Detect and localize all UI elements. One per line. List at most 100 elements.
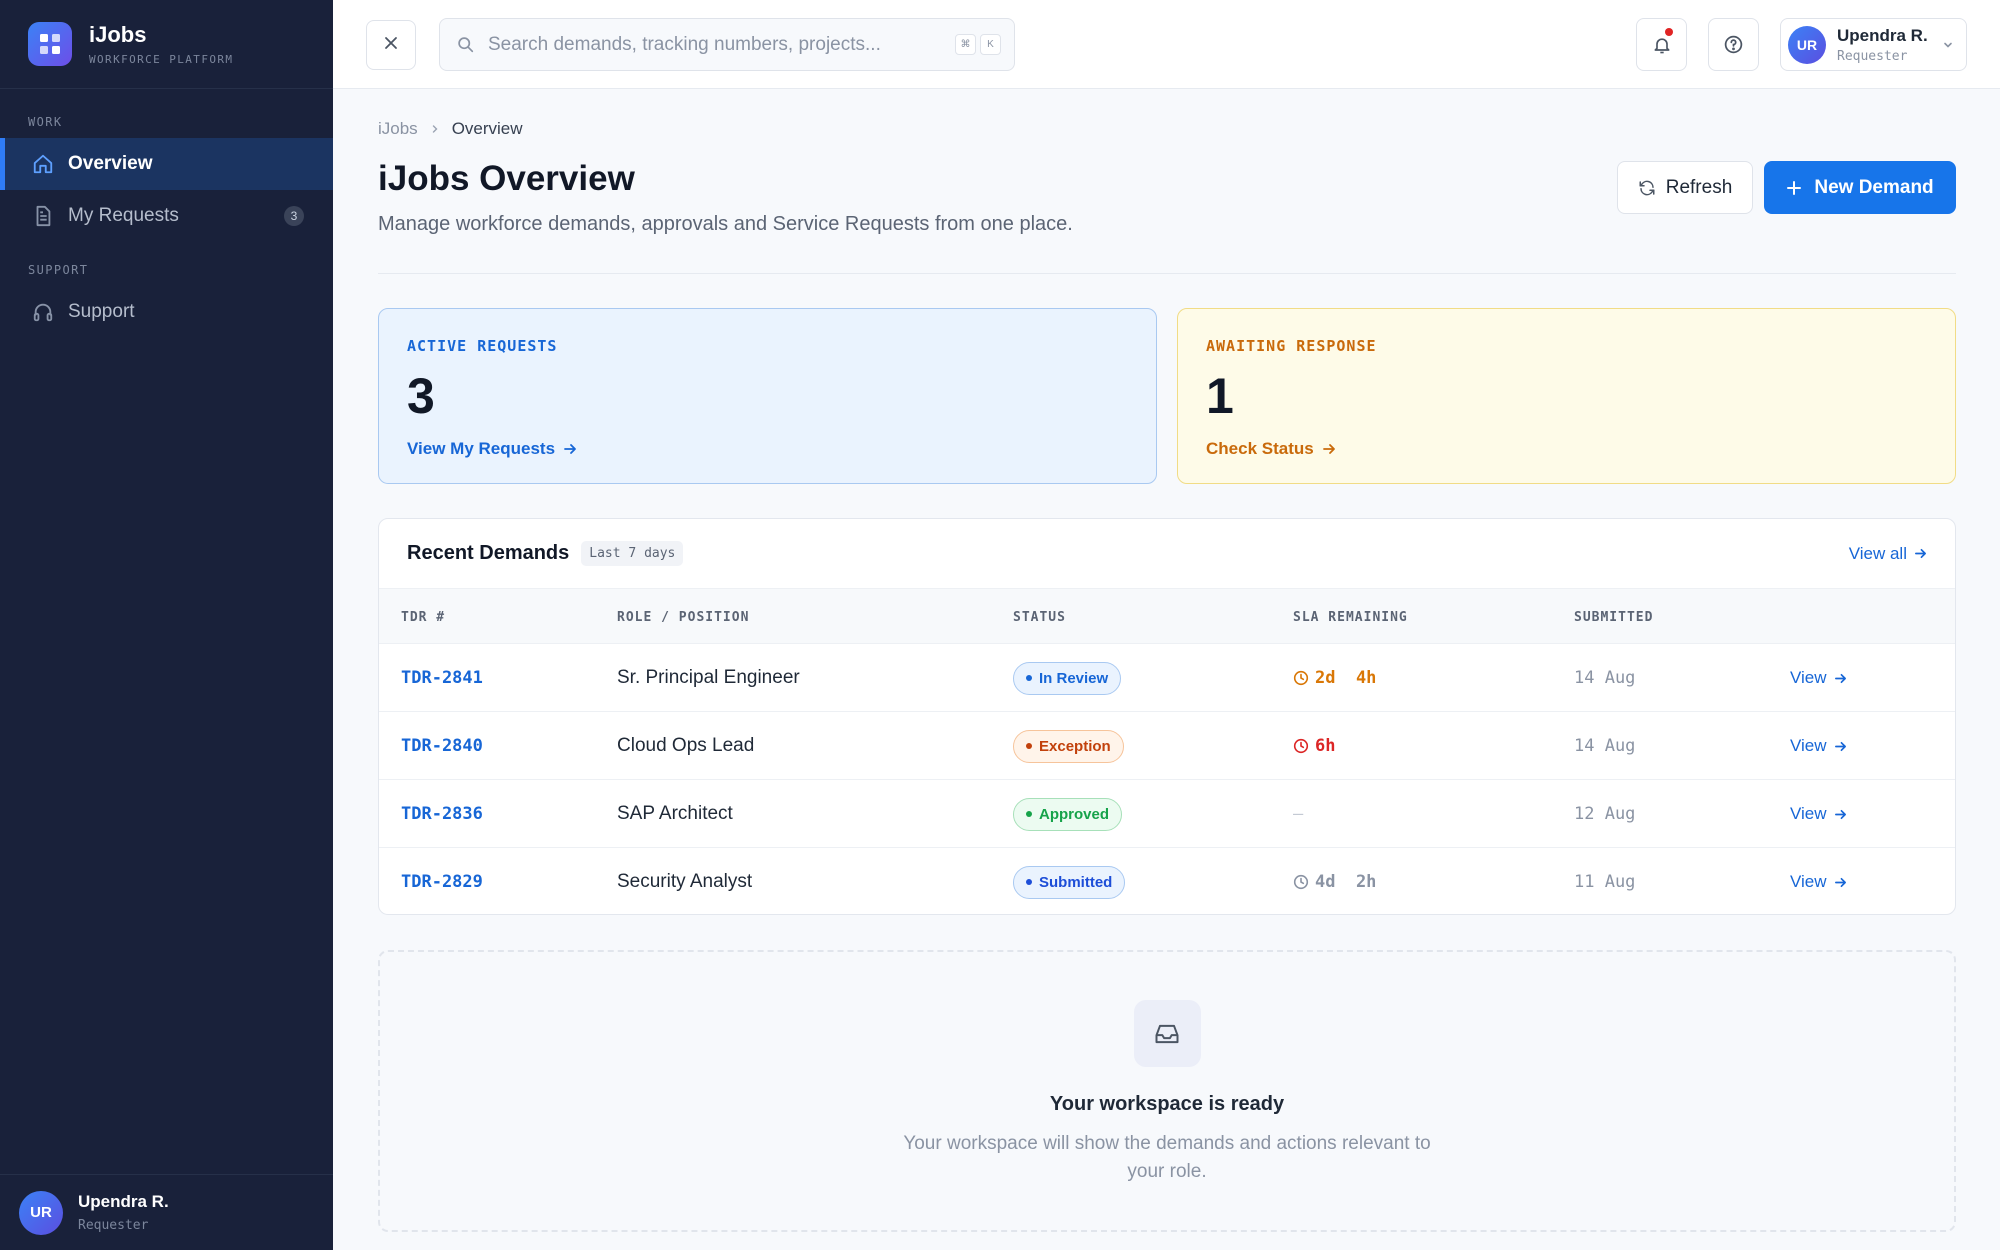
arrow-right-icon — [1834, 672, 1847, 685]
plus-icon — [1786, 180, 1802, 196]
sla-value: 6h — [1315, 736, 1336, 756]
column-header[interactable]: SUBMITTED — [1574, 610, 1653, 625]
sla-remaining: 4d 2h — [1293, 872, 1376, 892]
breadcrumb-root[interactable]: iJobs — [378, 119, 418, 139]
user-name: Upendra R. — [1837, 25, 1928, 45]
role-text: Sr. Principal Engineer — [617, 667, 800, 688]
role-text: Cloud Ops Lead — [617, 735, 755, 756]
status-dot — [1026, 811, 1032, 817]
brand[interactable]: iJobs WORKFORCE PLATFORM — [0, 0, 333, 89]
sidebar-item-label: Overview — [68, 153, 153, 174]
empty-state-description: Your workspace will show the demands and… — [903, 1133, 1431, 1182]
tdr-link[interactable]: TDR-2836 — [401, 804, 483, 824]
page-subtitle: Manage workforce demands, approvals and … — [378, 213, 1073, 235]
status-badge: Approved — [1013, 797, 1123, 831]
arrow-right-icon — [1322, 442, 1336, 456]
app-logo-icon — [28, 22, 72, 66]
submitted-date: 11 Aug — [1574, 872, 1636, 892]
sidebar: iJobs WORKFORCE PLATFORM WORK Overview M… — [0, 0, 333, 1250]
status-badge: Submitted — [1013, 865, 1126, 899]
breadcrumb: iJobs Overview — [378, 119, 523, 139]
empty-state: Your workspace is ready Your workspace w… — [378, 950, 1956, 1232]
section-label-support: SUPPORT — [28, 263, 89, 277]
user-menu[interactable]: UR Upendra R. Requester — [1780, 18, 1967, 71]
notifications-button[interactable] — [1636, 18, 1687, 71]
sidebar-item-support[interactable]: Support — [0, 286, 333, 338]
clock-icon — [1293, 670, 1309, 686]
table-row[interactable]: TDR-2836 SAP Architect Approved — 12 Aug… — [379, 780, 1955, 848]
column-header[interactable]: SLA REMAINING — [1293, 610, 1408, 625]
recent-demands-card: Recent Demands Last 7 days View all TDR … — [378, 518, 1956, 915]
section-label-work: WORK — [28, 115, 63, 129]
date-range-badge: Last 7 days — [581, 541, 684, 566]
table-row[interactable]: TDR-2840 Cloud Ops Lead Exception 6h 14 … — [379, 712, 1955, 780]
new-demand-label: New Demand — [1814, 176, 1934, 198]
view-label: View — [1790, 804, 1827, 823]
search-shortcut: ⌘ K — [951, 34, 1001, 55]
view-row-link[interactable]: View — [1790, 668, 1847, 688]
view-all-label: View all — [1848, 543, 1907, 563]
refresh-icon — [1638, 179, 1656, 197]
sidebar-item-my-requests[interactable]: My Requests 3 — [0, 190, 333, 242]
breadcrumb-current: Overview — [451, 119, 523, 138]
page-title: iJobs Overview — [378, 159, 635, 198]
check-status-link[interactable]: Check Status — [1206, 439, 1927, 459]
status-label: Submitted — [1039, 873, 1113, 891]
submitted-date: 12 Aug — [1574, 804, 1636, 824]
new-demand-button[interactable]: New Demand — [1764, 161, 1956, 214]
status-label: In Review — [1039, 669, 1109, 687]
column-header[interactable]: TDR # — [401, 610, 445, 625]
view-my-requests-link[interactable]: View My Requests — [407, 439, 1128, 459]
stat-value: 1 — [1206, 368, 1234, 424]
column-header[interactable]: STATUS — [1013, 610, 1066, 625]
sidebar-item-label: My Requests — [68, 205, 179, 226]
sla-remaining: — — [1293, 804, 1304, 824]
view-row-link[interactable]: View — [1790, 804, 1847, 824]
home-icon — [32, 153, 54, 175]
sidebar-item-overview[interactable]: Overview — [0, 138, 333, 190]
requests-count-badge: 3 — [284, 206, 304, 226]
refresh-button[interactable]: Refresh — [1617, 161, 1753, 214]
table-row[interactable]: TDR-2841 Sr. Principal Engineer In Revie… — [379, 644, 1955, 712]
tdr-link[interactable]: TDR-2840 — [401, 736, 483, 756]
view-row-link[interactable]: View — [1790, 736, 1847, 756]
status-label: Exception — [1039, 737, 1111, 755]
close-sidebar-button[interactable] — [366, 20, 416, 70]
view-label: View — [1790, 872, 1827, 891]
arrow-right-icon — [1834, 808, 1847, 821]
bell-icon — [1652, 35, 1672, 55]
role-text: Security Analyst — [617, 871, 753, 892]
submitted-date: 14 Aug — [1574, 736, 1636, 756]
view-label: View — [1790, 736, 1827, 755]
sidebar-user[interactable]: UR Upendra R. Requester — [0, 1174, 333, 1250]
view-all-link[interactable]: View all — [1849, 544, 1927, 564]
view-row-link[interactable]: View — [1790, 872, 1847, 892]
stat-link-label: View My Requests — [407, 439, 556, 458]
stat-link-label: Check Status — [1206, 439, 1314, 458]
tdr-link[interactable]: TDR-2841 — [401, 668, 483, 688]
tdr-link[interactable]: TDR-2829 — [401, 872, 483, 892]
inbox-icon — [1133, 1000, 1201, 1067]
status-dot — [1026, 879, 1032, 885]
table-header: TDR # ROLE / POSITION STATUS SLA REMAINI… — [379, 588, 1955, 644]
shortcut-key: ⌘ — [955, 34, 976, 55]
table-row[interactable]: TDR-2829 Security Analyst Submitted 4d 2… — [379, 848, 1955, 914]
stat-label: AWAITING RESPONSE — [1206, 337, 1377, 355]
status-badge: Exception — [1013, 729, 1124, 763]
sla-remaining: 2d 4h — [1293, 668, 1376, 688]
search-bar[interactable]: ⌘ K — [439, 18, 1015, 71]
help-button[interactable] — [1708, 18, 1759, 71]
app-subtitle: WORKFORCE PLATFORM — [89, 53, 234, 66]
status-badge: In Review — [1013, 661, 1122, 695]
sidebar-item-label: Support — [68, 301, 135, 322]
recent-demands-title: Recent Demands — [407, 542, 570, 564]
search-input[interactable] — [488, 33, 928, 56]
headset-icon — [32, 301, 54, 323]
column-header[interactable]: ROLE / POSITION — [617, 610, 749, 625]
empty-state-title: Your workspace is ready — [1049, 1093, 1285, 1115]
close-icon — [383, 35, 399, 56]
notification-dot — [1665, 28, 1673, 36]
awaiting-response-card: AWAITING RESPONSE 1 Check Status — [1177, 308, 1956, 484]
clock-icon — [1293, 874, 1309, 890]
recent-demands-header: Recent Demands Last 7 days View all — [379, 519, 1955, 588]
